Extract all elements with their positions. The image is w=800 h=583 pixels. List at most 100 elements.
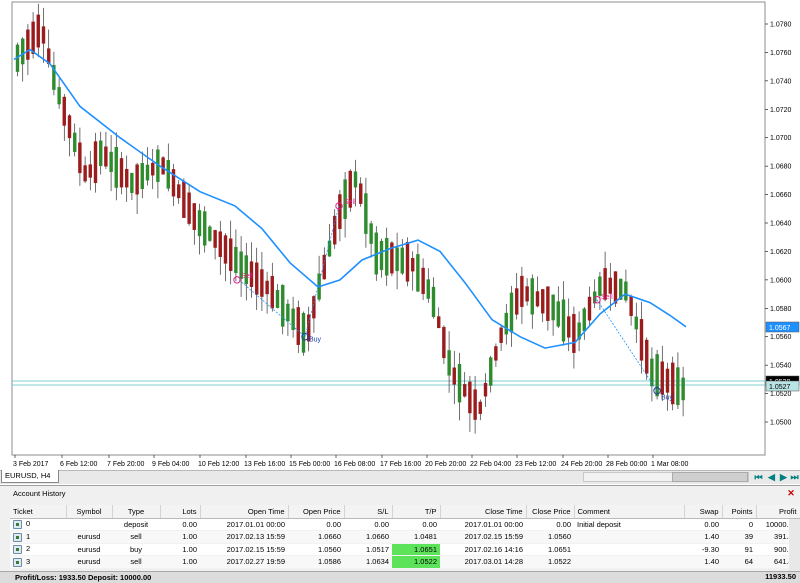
trade-marker-label: Buy [309, 337, 322, 344]
candle-body [130, 172, 134, 193]
time-tick-label: 20 Feb 20:00 [425, 461, 466, 468]
candle-body [140, 163, 145, 190]
candle-body [286, 303, 290, 322]
scroll-last-icon[interactable]: ⏭ [789, 472, 800, 483]
candle-body [364, 193, 368, 234]
candle-body [62, 96, 66, 126]
col-header-tp[interactable]: T/P [392, 505, 441, 519]
col-header-lots[interactable]: Lots [160, 505, 201, 519]
open-time-cell: 2017.02.13 15:59 [200, 530, 288, 544]
points-cell: 39 [722, 530, 756, 544]
candle-body [463, 384, 467, 397]
candle-body [338, 194, 342, 229]
candle-body [21, 38, 25, 65]
candle-body [613, 271, 618, 304]
comment-cell [574, 530, 684, 544]
scroll-first-icon[interactable]: ⏮ [753, 472, 764, 483]
type-cell: buy [112, 543, 160, 556]
candle-body [468, 381, 472, 414]
swap-cell: -9.30 [684, 543, 722, 556]
candle-body [67, 115, 72, 139]
close-price-cell: 1.0522 [526, 555, 574, 569]
candle-body [385, 237, 389, 276]
chart-tab-eurusd-h4[interactable]: EURUSD, H4 [1, 470, 59, 483]
comment-cell [574, 555, 684, 569]
candle-body [93, 141, 98, 183]
col-header-profit[interactable]: Profit [756, 505, 800, 519]
candle-body [270, 276, 274, 309]
ma-price-tag-label: 1.0567 [769, 325, 791, 332]
candle-body [150, 162, 155, 176]
candle-body [556, 301, 560, 327]
candle-body [98, 140, 103, 167]
candle-body [88, 164, 93, 178]
scrollbar-thumb[interactable] [672, 472, 748, 482]
time-tick-label: 13 Feb 16:00 [244, 461, 285, 468]
candle-body [478, 401, 482, 414]
account-history-table: Ticket Symbol Type Lots Open Time Open P… [10, 505, 800, 569]
scroll-right-icon[interactable]: ▶ [778, 472, 789, 483]
candle-body [176, 184, 181, 199]
candle-body [405, 242, 410, 282]
candle-body [504, 312, 508, 335]
col-header-swap[interactable]: Swap [684, 505, 723, 519]
col-header-points[interactable]: Points [722, 505, 757, 519]
price-tick-label: 1.0500 [770, 420, 792, 427]
table-row[interactable]: 3 eurusd sell 1.00 2017.02.27 19:59 1.05… [10, 555, 800, 569]
time-tick-label: 6 Feb 12:00 [60, 461, 97, 468]
candle-body [41, 26, 46, 44]
open-time-cell: 2017.02.15 15:59 [200, 543, 288, 556]
col-header-type[interactable]: Type [112, 505, 161, 519]
col-header-symbol[interactable]: Symbol [66, 505, 113, 519]
col-header-ticket[interactable]: Ticket [10, 505, 67, 519]
candle-body [145, 164, 150, 181]
candle-body [83, 165, 87, 182]
table-header-row: Ticket Symbol Type Lots Open Time Open P… [10, 505, 800, 519]
col-header-sl[interactable]: S/L [344, 505, 393, 519]
price-tick-label: 1.0780 [770, 22, 792, 29]
table-row[interactable]: 0 deposit 0.00 2017.01.01 00:00 0.00 0.0… [10, 518, 800, 531]
candle-body [124, 168, 129, 188]
col-header-open-price[interactable]: Open Price [288, 505, 345, 519]
time-tick-label: 7 Feb 20:00 [107, 461, 144, 468]
sl-cell: 1.0517 [344, 543, 392, 556]
candle-body [665, 368, 670, 393]
candle-body [582, 308, 586, 332]
candle-body [442, 326, 446, 359]
swap-cell: 0.00 [684, 518, 722, 531]
candle-body [213, 230, 217, 248]
price-chart[interactable]: 1.0780 1.0760 1.0740 1.0720 1.0700 1.0680 1.06… [0, 0, 800, 470]
candle-body [509, 292, 514, 333]
candle-body [655, 354, 659, 397]
ask-price-tag-label: 1.0527 [769, 384, 791, 391]
candle-body [26, 29, 30, 60]
candle-body [166, 160, 171, 189]
close-icon[interactable]: ✕ [786, 488, 796, 498]
candle-body [572, 314, 576, 353]
col-header-comment[interactable]: Comment [574, 505, 685, 519]
price-tick-label: 1.0700 [770, 135, 792, 142]
trade-marker-label: Sell [601, 294, 613, 301]
type-cell: deposit [112, 518, 160, 531]
candle-body [333, 215, 337, 245]
scroll-left-icon[interactable]: ◀ [766, 472, 777, 483]
candle-body [400, 247, 404, 274]
table-vertical-scrollbar[interactable] [789, 519, 800, 571]
candle-body [208, 226, 212, 241]
candle-body [447, 350, 451, 376]
col-header-open-time[interactable]: Open Time [200, 505, 289, 519]
price-tick-label: 1.0520 [770, 391, 792, 398]
chart-canvas[interactable]: 1.0780 1.0760 1.0740 1.0720 1.0700 1.0680 1.06… [0, 0, 800, 470]
candle-body [473, 389, 477, 420]
candle-body [421, 267, 425, 295]
candle-body [431, 286, 436, 317]
table-row[interactable]: 1 eurusd sell 1.00 2017.02.13 15:59 1.06… [10, 530, 800, 544]
candle-body [567, 316, 571, 338]
col-header-close-price[interactable]: Close Price [526, 505, 575, 519]
table-row[interactable]: 2 eurusd buy 1.00 2017.02.15 15:59 1.056… [10, 543, 800, 556]
lots-cell: 1.00 [160, 555, 200, 569]
col-header-close-time[interactable]: Close Time [440, 505, 527, 519]
ticket-cell: 1 [10, 530, 66, 544]
swap-cell: 1.40 [684, 555, 722, 569]
candle-body [369, 223, 373, 244]
